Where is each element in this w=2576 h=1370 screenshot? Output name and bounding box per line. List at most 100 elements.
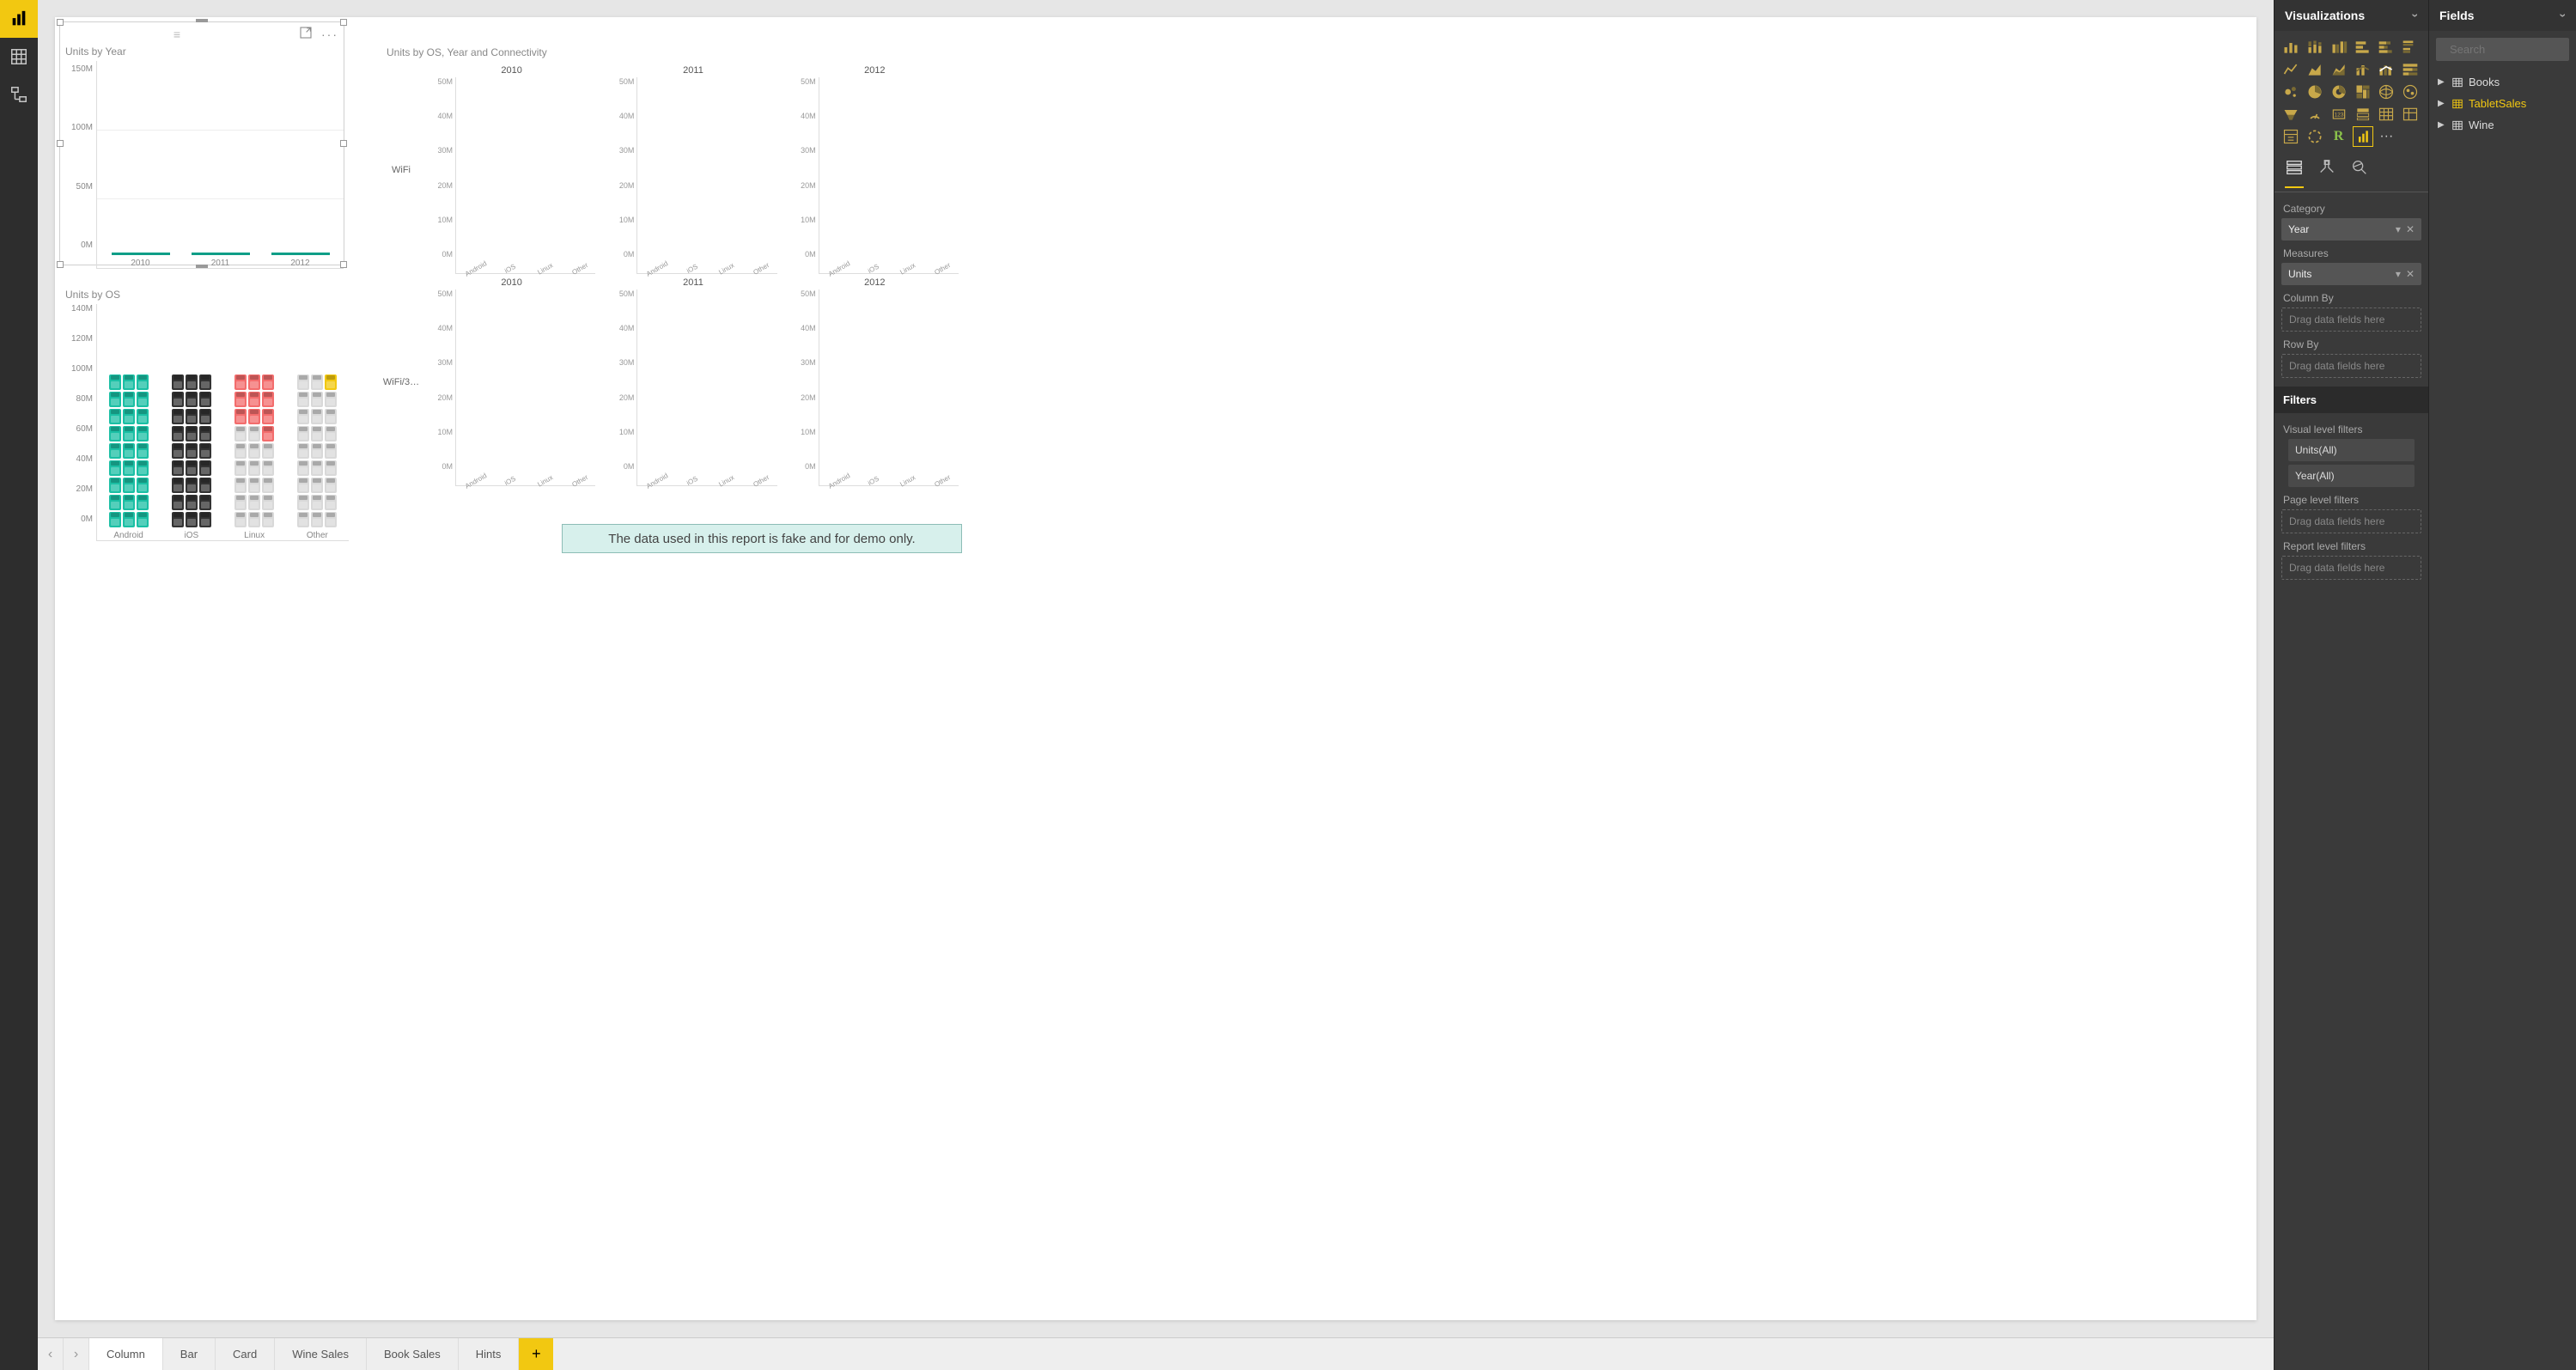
- report-page: ≡ ··· Units by Year 150M100M50M0M2010201…: [55, 17, 2256, 1320]
- nav-data-icon[interactable]: [0, 38, 38, 76]
- viz-type-icon[interactable]: [2401, 105, 2420, 124]
- visual-filter-item[interactable]: Units(All): [2288, 439, 2415, 461]
- viz-type-icon[interactable]: [2305, 60, 2324, 79]
- page-filters-drop[interactable]: Drag data fields here: [2281, 509, 2421, 533]
- chart-title: Units by Year: [60, 46, 344, 61]
- collapse-pane-icon[interactable]: ›: [2409, 14, 2423, 18]
- viz-type-icon[interactable]: [2354, 38, 2372, 57]
- viz-type-icon[interactable]: [2329, 38, 2348, 57]
- table-name: Wine: [2469, 119, 2494, 131]
- viz-type-icon[interactable]: [2354, 60, 2372, 79]
- tab-nav-prev[interactable]: ‹: [38, 1338, 64, 1370]
- viz-type-icon[interactable]: [2354, 127, 2372, 146]
- page-tab[interactable]: Column: [89, 1338, 163, 1370]
- viz-type-icon[interactable]: [2281, 82, 2300, 101]
- nav-model-icon[interactable]: [0, 76, 38, 113]
- page-tab[interactable]: Card: [216, 1338, 275, 1370]
- columnby-well[interactable]: Drag data fields here: [2281, 307, 2421, 332]
- viz-type-icon[interactable]: [2401, 82, 2420, 101]
- table-icon: [2451, 98, 2463, 110]
- viz-type-icon[interactable]: [2305, 82, 2324, 101]
- viz-type-icon[interactable]: [2305, 105, 2324, 124]
- fields-pane: Fields › ▶ Books ▶ TabletSales ▶ Wine: [2428, 0, 2576, 1370]
- disclaimer-text-box: The data used in this report is fake and…: [562, 524, 962, 553]
- visualizations-pane-title: Visualizations: [2285, 9, 2365, 22]
- focus-mode-icon[interactable]: [299, 26, 313, 42]
- measures-well-value: Units: [2288, 268, 2311, 280]
- fields-search-input[interactable]: [2450, 43, 2576, 56]
- tab-nav-next[interactable]: ›: [64, 1338, 89, 1370]
- visual-filters-label: Visual level filters: [2283, 423, 2420, 435]
- viz-type-icon[interactable]: [2354, 82, 2372, 101]
- viz-type-icon[interactable]: 123: [2329, 105, 2348, 124]
- visual-units-by-year[interactable]: ≡ ··· Units by Year 150M100M50M0M2010201…: [60, 22, 344, 265]
- viz-type-icon[interactable]: [2281, 38, 2300, 57]
- remove-field-icon[interactable]: ✕: [2406, 223, 2415, 235]
- table-icon: [2451, 119, 2463, 131]
- viz-type-icon[interactable]: R: [2329, 127, 2348, 146]
- remove-field-icon[interactable]: ✕: [2406, 268, 2415, 280]
- svg-text:123: 123: [2334, 113, 2343, 119]
- viz-type-icon[interactable]: [2354, 105, 2372, 124]
- page-tab[interactable]: Wine Sales: [275, 1338, 367, 1370]
- category-well[interactable]: Year ▾ ✕: [2281, 218, 2421, 241]
- visualization-type-gallery: 123 R ···: [2275, 31, 2428, 153]
- viz-type-icon[interactable]: [2281, 60, 2300, 79]
- viz-type-icon[interactable]: [2281, 127, 2300, 146]
- viz-type-icon[interactable]: [2281, 105, 2300, 124]
- viz-type-icon[interactable]: [2329, 82, 2348, 101]
- fields-table-item[interactable]: ▶ Books: [2434, 71, 2571, 93]
- disclaimer-text: The data used in this report is fake and…: [608, 532, 915, 546]
- viz-type-icon[interactable]: [2377, 60, 2396, 79]
- page-tab[interactable]: Book Sales: [367, 1338, 459, 1370]
- page-filters-label: Page level filters: [2283, 494, 2420, 506]
- format-tab-icon[interactable]: [2317, 158, 2336, 188]
- table-icon: [2451, 76, 2463, 88]
- fields-pane-title: Fields: [2439, 9, 2474, 22]
- drag-handle-icon[interactable]: ≡: [65, 27, 290, 41]
- filters-header: Filters: [2275, 387, 2428, 413]
- fields-table-item[interactable]: ▶ Wine: [2434, 114, 2571, 136]
- viz-type-icon[interactable]: [2305, 127, 2324, 146]
- viz-type-icon[interactable]: [2329, 60, 2348, 79]
- viz-type-icon[interactable]: [2377, 105, 2396, 124]
- category-well-label: Category: [2283, 203, 2420, 215]
- page-tab[interactable]: Bar: [163, 1338, 216, 1370]
- expand-icon[interactable]: ▶: [2438, 120, 2446, 130]
- rowby-well-label: Row By: [2283, 338, 2420, 350]
- viz-type-icon[interactable]: [2401, 60, 2420, 79]
- fields-table-item[interactable]: ▶ TabletSales: [2434, 93, 2571, 114]
- rowby-well[interactable]: Drag data fields here: [2281, 354, 2421, 378]
- viz-type-icon[interactable]: [2305, 38, 2324, 57]
- dropdown-icon[interactable]: ▾: [2396, 223, 2401, 235]
- visual-units-by-os-year-connectivity[interactable]: Units by OS, Year and Connectivity WiFi2…: [381, 41, 965, 488]
- viz-type-icon[interactable]: [2377, 82, 2396, 101]
- add-page-button[interactable]: +: [519, 1338, 553, 1370]
- visual-filter-item[interactable]: Year(All): [2288, 465, 2415, 487]
- chart-title: Units by OS, Year and Connectivity: [381, 41, 965, 64]
- expand-icon[interactable]: ▶: [2438, 99, 2446, 108]
- measures-well[interactable]: Units ▾ ✕: [2281, 263, 2421, 285]
- collapse-pane-icon[interactable]: ›: [2557, 14, 2571, 18]
- more-options-icon[interactable]: ···: [321, 27, 338, 41]
- visual-units-by-os[interactable]: Units by OS 140M120M100M80M60M40M20M0MAn…: [60, 289, 349, 546]
- fields-search[interactable]: [2436, 38, 2569, 61]
- page-tabs: ‹ › ColumnBarCardWine SalesBook SalesHin…: [38, 1337, 2274, 1370]
- table-name: TabletSales: [2469, 97, 2526, 110]
- expand-icon[interactable]: ▶: [2438, 77, 2446, 87]
- visualizations-pane: Visualizations › 123 R ··· Category Year ▾…: [2274, 0, 2428, 1370]
- chart-title: Units by OS: [60, 289, 349, 304]
- viz-type-icon[interactable]: [2377, 38, 2396, 57]
- dropdown-icon[interactable]: ▾: [2396, 268, 2401, 280]
- fields-tab-icon[interactable]: [2285, 158, 2304, 188]
- columnby-well-label: Column By: [2283, 292, 2420, 304]
- page-tab[interactable]: Hints: [459, 1338, 520, 1370]
- report-filters-label: Report level filters: [2283, 540, 2420, 552]
- viz-type-icon[interactable]: [2401, 38, 2420, 57]
- table-name: Books: [2469, 76, 2500, 88]
- category-well-value: Year: [2288, 223, 2309, 235]
- analytics-tab-icon[interactable]: [2350, 158, 2369, 188]
- viz-type-icon[interactable]: ···: [2377, 127, 2396, 146]
- nav-report-icon[interactable]: [0, 0, 38, 38]
- report-filters-drop[interactable]: Drag data fields here: [2281, 556, 2421, 580]
